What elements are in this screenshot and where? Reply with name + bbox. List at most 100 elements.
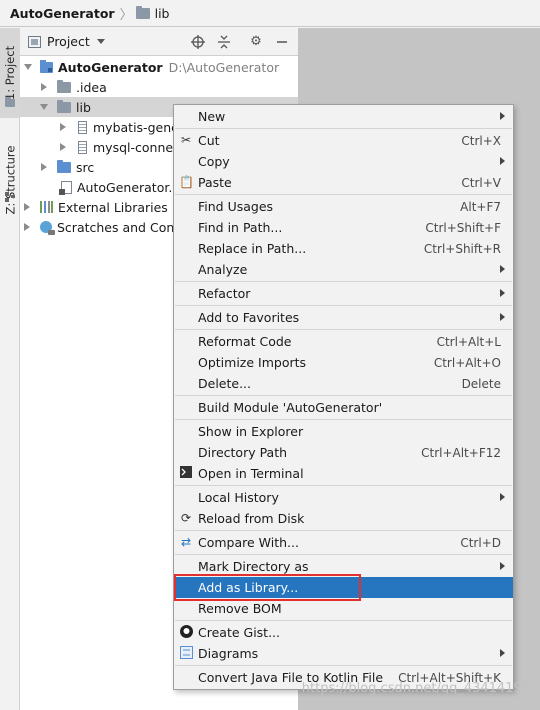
submenu-arrow-icon <box>500 289 505 297</box>
context-menu: New ✂ Cut Ctrl+X Copy 📋 Paste Ctrl+V Find Us… <box>173 104 514 690</box>
clipboard-icon: 📋 <box>179 175 194 189</box>
tree-item-label: External Libraries <box>58 199 168 215</box>
tree-item-label: AutoGenerator <box>58 59 163 75</box>
menu-item-show-in-explorer[interactable]: Show in Explorer <box>174 421 513 442</box>
tree-item-label: mybatis-gene <box>93 119 179 135</box>
menu-separator <box>175 305 512 306</box>
menu-separator <box>175 485 512 486</box>
breadcrumb-current[interactable]: lib <box>155 6 170 21</box>
menu-item-new[interactable]: New <box>174 106 513 127</box>
reload-icon: ⟳ <box>180 511 192 525</box>
folder-icon <box>57 79 71 93</box>
menu-item-copy[interactable]: Copy <box>174 151 513 172</box>
jar-icon <box>78 120 87 134</box>
compare-icon: ⇄ <box>180 535 192 549</box>
structure-tool-tab[interactable]: Z: Structure <box>0 140 20 220</box>
menu-separator <box>175 329 512 330</box>
submenu-arrow-icon <box>500 265 505 273</box>
chevron-right-icon[interactable] <box>41 163 47 171</box>
tree-item-idea[interactable]: .idea <box>20 77 298 97</box>
submenu-arrow-icon <box>500 493 505 501</box>
breadcrumb-root[interactable]: AutoGenerator <box>10 6 115 21</box>
chevron-right-icon[interactable] <box>24 203 30 211</box>
project-tool-tab-label: 1: Project <box>3 45 18 101</box>
tree-item-label: Scratches and Cons <box>57 219 181 235</box>
menu-item-find-usages[interactable]: Find Usages Alt+F7 <box>174 196 513 217</box>
chevron-down-icon[interactable] <box>24 64 32 70</box>
tree-item-label: .idea <box>76 79 107 95</box>
menu-separator <box>175 554 512 555</box>
tree-item-autogenerator[interactable]: AutoGenerator D:\AutoGenerator <box>20 57 298 77</box>
folder-icon <box>57 99 71 113</box>
menu-separator <box>175 281 512 282</box>
watermark: https://blog.csdn.net/qq_43414199 <box>301 681 530 696</box>
menu-item-reformat-code[interactable]: Reformat Code Ctrl+Alt+L <box>174 331 513 352</box>
menu-item-optimize-imports[interactable]: Optimize Imports Ctrl+Alt+O <box>174 352 513 373</box>
menu-item-add-to-favorites[interactable]: Add to Favorites <box>174 307 513 328</box>
gear-icon[interactable]: ⚙ <box>249 35 263 49</box>
folder-icon <box>5 94 15 107</box>
diagram-icon <box>179 646 193 660</box>
menu-item-directory-path[interactable]: Directory Path Ctrl+Alt+F12 <box>174 442 513 463</box>
chevron-right-icon[interactable] <box>60 123 66 131</box>
project-panel-header: Project ⚙ <box>20 28 298 56</box>
module-folder-icon <box>40 59 53 73</box>
tree-item-label: src <box>76 159 95 175</box>
terminal-icon <box>179 466 193 480</box>
menu-item-build-module[interactable]: Build Module 'AutoGenerator' <box>174 397 513 418</box>
menu-item-delete[interactable]: Delete... Delete <box>174 373 513 394</box>
structure-tool-tab-label: Z: Structure <box>3 145 17 215</box>
tool-window-strip: 1: Project Z: Structure <box>0 28 20 710</box>
source-folder-icon <box>57 159 71 173</box>
menu-item-mark-directory-as[interactable]: Mark Directory as <box>174 556 513 577</box>
iml-file-icon <box>59 180 72 195</box>
menu-item-replace-in-path[interactable]: Replace in Path... Ctrl+Shift+R <box>174 238 513 259</box>
hide-panel-icon[interactable] <box>275 35 289 49</box>
scratches-icon <box>40 221 55 235</box>
chevron-right-icon[interactable] <box>41 83 47 91</box>
chevron-down-icon[interactable] <box>40 104 48 110</box>
menu-item-local-history[interactable]: Local History <box>174 487 513 508</box>
menu-separator <box>175 419 512 420</box>
structure-icon <box>5 190 15 202</box>
menu-separator <box>175 665 512 666</box>
submenu-arrow-icon <box>500 649 505 657</box>
locate-icon[interactable] <box>191 35 205 49</box>
project-view-icon <box>28 35 41 48</box>
menu-item-find-in-path[interactable]: Find in Path... Ctrl+Shift+F <box>174 217 513 238</box>
submenu-arrow-icon <box>500 112 505 120</box>
breadcrumb-separator: 〉 <box>119 7 133 23</box>
submenu-arrow-icon <box>500 313 505 321</box>
tree-item-label: AutoGenerator.i <box>77 179 176 195</box>
menu-separator <box>175 194 512 195</box>
tree-item-label: mysql-connec <box>93 139 180 155</box>
menu-item-create-gist[interactable]: Create Gist... <box>174 622 513 643</box>
menu-item-diagrams[interactable]: Diagrams <box>174 643 513 664</box>
jar-icon <box>78 140 87 154</box>
submenu-arrow-icon <box>500 157 505 165</box>
menu-item-cut[interactable]: ✂ Cut Ctrl+X <box>174 130 513 151</box>
tree-item-path: D:\AutoGenerator <box>168 59 280 75</box>
menu-item-reload-from-disk[interactable]: ⟳ Reload from Disk <box>174 508 513 529</box>
project-view-selector[interactable]: Project <box>47 34 90 49</box>
tree-item-label: lib <box>76 99 91 115</box>
menu-item-analyze[interactable]: Analyze <box>174 259 513 280</box>
breadcrumb: AutoGenerator 〉 lib <box>0 0 540 27</box>
menu-item-compare-with[interactable]: ⇄ Compare With... Ctrl+D <box>174 532 513 553</box>
menu-item-open-in-terminal[interactable]: Open in Terminal <box>174 463 513 484</box>
menu-item-paste[interactable]: 📋 Paste Ctrl+V <box>174 172 513 193</box>
menu-item-refactor[interactable]: Refactor <box>174 283 513 304</box>
chevron-down-icon[interactable] <box>96 39 105 44</box>
menu-item-remove-bom[interactable]: Remove BOM <box>174 598 513 619</box>
folder-icon <box>135 5 150 19</box>
menu-item-add-as-library[interactable]: Add as Library... <box>174 577 513 598</box>
chevron-right-icon[interactable] <box>24 223 30 231</box>
chevron-right-icon[interactable] <box>60 143 66 151</box>
github-icon <box>179 625 193 639</box>
library-icon <box>40 201 53 213</box>
menu-separator <box>175 395 512 396</box>
menu-separator <box>175 128 512 129</box>
submenu-arrow-icon <box>500 562 505 570</box>
collapse-all-icon[interactable] <box>217 35 231 49</box>
scissors-icon: ✂ <box>180 133 192 147</box>
